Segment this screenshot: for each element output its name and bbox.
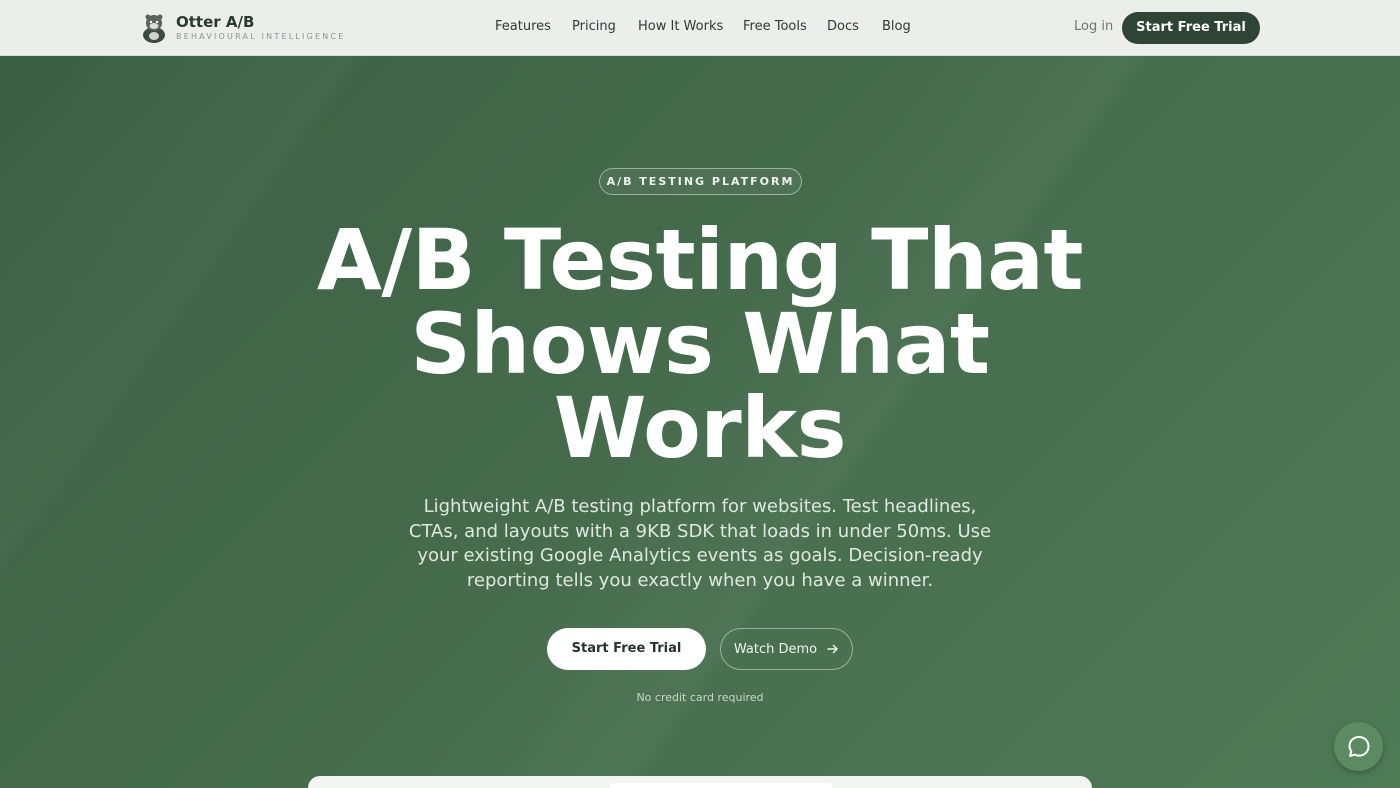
chat-button[interactable]: [1334, 722, 1383, 771]
watch-demo-label: Watch Demo: [733, 641, 818, 657]
arrow-right-icon: [827, 644, 838, 654]
start-trial-button[interactable]: Start Free Trial: [547, 628, 706, 670]
category-badge: A/B TESTING PLATFORM: [599, 168, 802, 195]
product-preview-card: [308, 776, 1092, 788]
nav-link-free-tools[interactable]: Free Tools: [743, 19, 807, 34]
hero-headline: A/B Testing That Shows What Works: [250, 218, 1150, 470]
no-credit-card-note: No credit card required: [636, 691, 764, 704]
top-nav: Otter A/B BEHAVIOURAL INTELLIGENCE Featu…: [0, 0, 1400, 56]
brand-tagline: BEHAVIOURAL INTELLIGENCE: [176, 31, 346, 41]
preview-address-bar: [610, 783, 832, 788]
chat-bubble-icon: [1348, 735, 1369, 757]
brand-text: Otter A/B BEHAVIOURAL INTELLIGENCE: [176, 12, 346, 43]
landing-page: Otter A/B BEHAVIOURAL INTELLIGENCE Featu…: [0, 0, 1400, 788]
headline-line-3: Works: [553, 379, 847, 477]
nav-link-docs[interactable]: Docs: [827, 19, 859, 34]
start-trial-nav-button[interactable]: Start Free Trial: [1122, 12, 1260, 44]
brand-name: Otter A/B: [176, 12, 255, 31]
nav-link-features[interactable]: Features: [495, 19, 551, 34]
nav-link-pricing[interactable]: Pricing: [572, 19, 616, 34]
watch-demo-button[interactable]: Watch Demo: [720, 628, 853, 670]
login-link[interactable]: Log in: [1074, 19, 1113, 34]
brand[interactable]: Otter A/B BEHAVIOURAL INTELLIGENCE: [140, 10, 345, 46]
nav-link-blog[interactable]: Blog: [882, 19, 911, 34]
hero-subtext: Lightweight A/B testing platform for web…: [408, 496, 992, 591]
headline-line-1: A/B Testing That: [316, 211, 1084, 309]
headline-line-2: Shows What: [410, 295, 990, 393]
otter-logo-icon: [143, 14, 165, 43]
nav-link-how-it-works[interactable]: How It Works: [638, 19, 723, 34]
